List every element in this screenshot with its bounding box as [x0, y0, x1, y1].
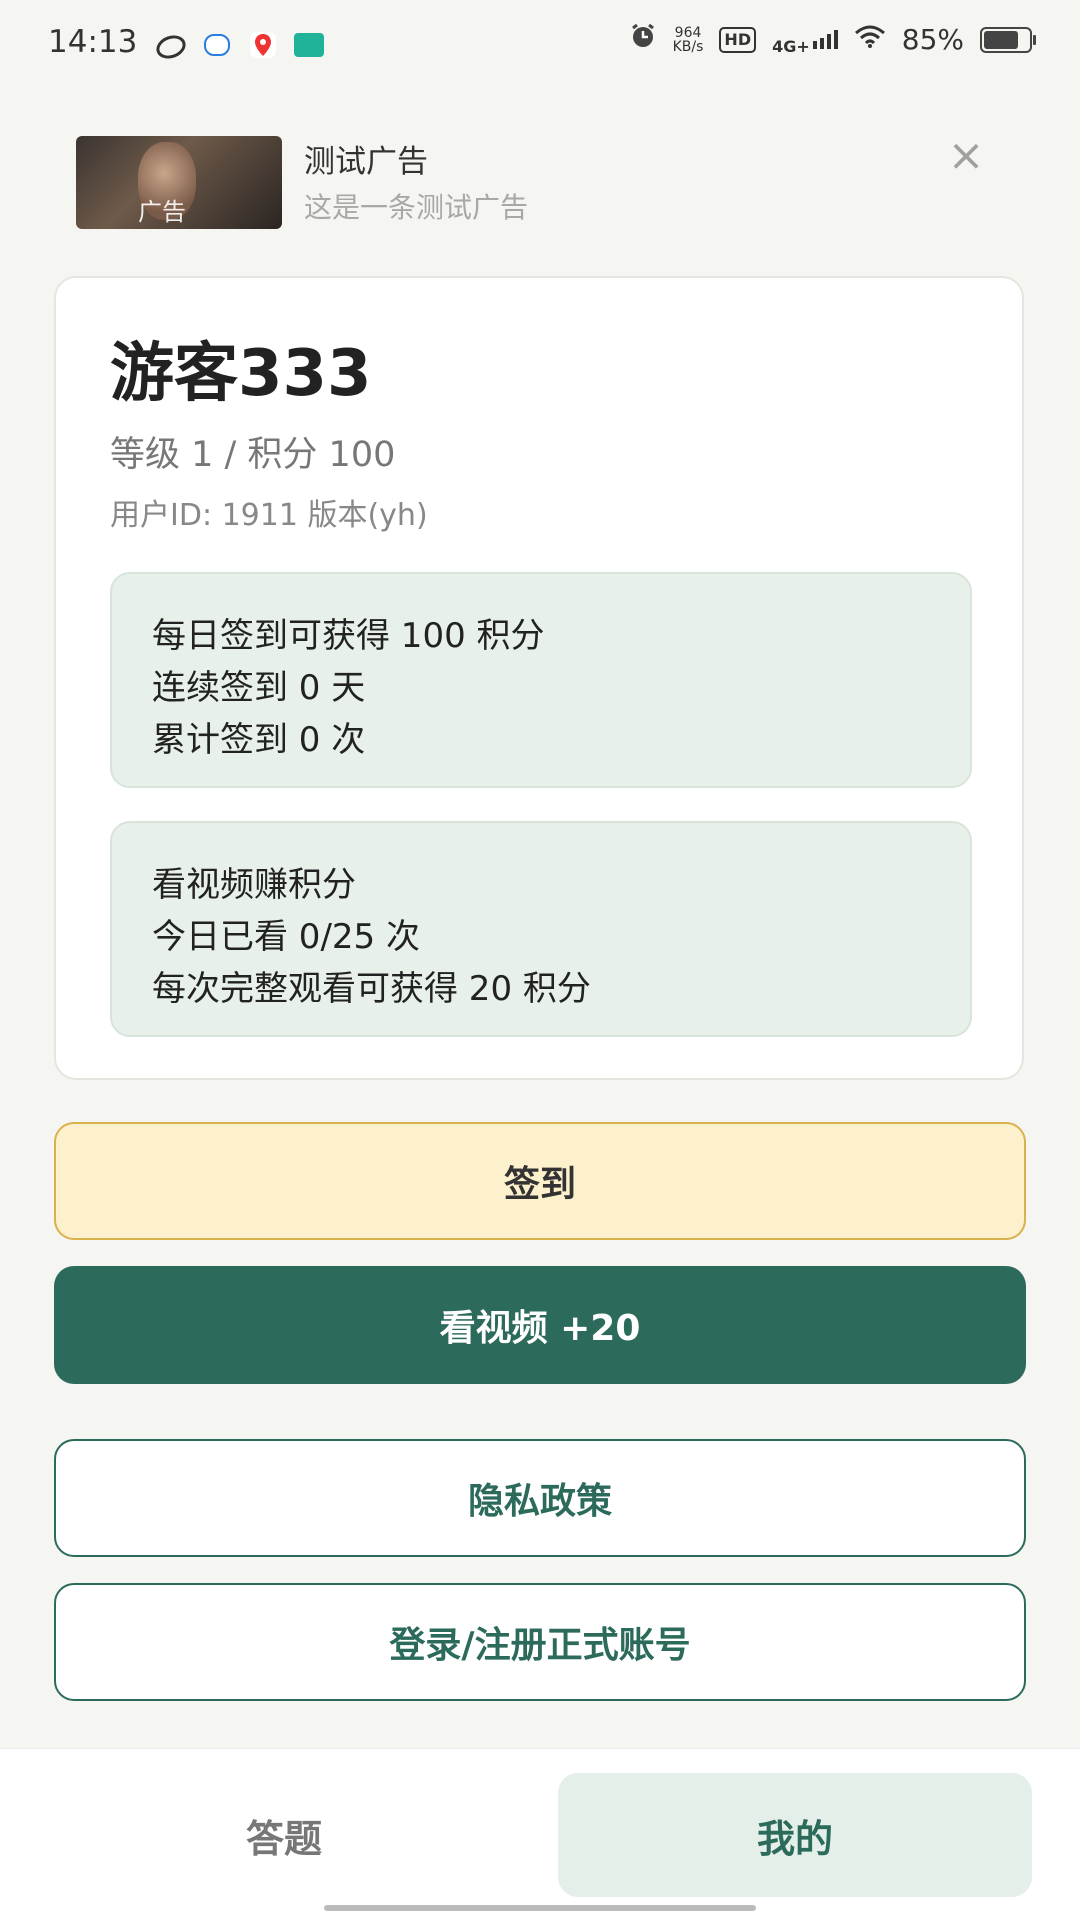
- chat-icon: [204, 34, 230, 56]
- profile-card: 游客333 等级 1 / 积分 100 用户ID: 1911 版本(yh) 每日…: [54, 276, 1024, 1080]
- sign-in-total: 累计签到 0 次: [152, 720, 366, 760]
- net-speed-unit: KB/s: [672, 38, 704, 55]
- battery-icon: [980, 26, 1036, 53]
- status-bar: 14:13 964 KB/s HD 4G+ 85%: [0, 0, 1080, 88]
- video-title: 看视频赚积分: [152, 865, 356, 905]
- user-id-version: 用户ID: 1911 版本(yh): [110, 498, 428, 533]
- privacy-policy-button[interactable]: 隐私政策: [54, 1439, 1026, 1557]
- ad-title: 测试广告: [304, 144, 428, 180]
- app-icon-1: [153, 31, 189, 63]
- ad-subtitle: 这是一条测试广告: [304, 191, 529, 224]
- signal-icon: [812, 23, 838, 56]
- bottom-nav: 答题 我的: [0, 1748, 1080, 1921]
- battery-fill: [984, 30, 1018, 49]
- alarm-icon: [629, 22, 657, 57]
- level-points: 等级 1 / 积分 100: [110, 435, 396, 475]
- close-icon[interactable]: ×: [946, 134, 986, 178]
- status-time: 14:13: [48, 24, 138, 60]
- net-speed: 964 KB/s: [673, 26, 704, 54]
- signal-group: 4G+: [772, 23, 838, 56]
- video-reward: 每次完整观看可获得 20 积分: [152, 969, 591, 1009]
- username: 游客333: [110, 337, 372, 411]
- home-indicator[interactable]: [324, 1905, 756, 1911]
- map-pin-icon: [250, 32, 276, 58]
- status-right: 964 KB/s HD 4G+ 85%: [629, 22, 1036, 57]
- ad-banner[interactable]: 广告 测试广告 这是一条测试广告 ×: [76, 134, 1006, 232]
- wifi-icon: [854, 23, 886, 56]
- boss-app-icon: [294, 33, 324, 57]
- battery-percent: 85%: [901, 23, 964, 56]
- video-count: 今日已看 0/25 次: [152, 917, 420, 957]
- sign-in-streak: 连续签到 0 天: [152, 668, 366, 708]
- network-type: 4G+: [772, 37, 810, 56]
- login-register-button[interactable]: 登录/注册正式账号: [54, 1583, 1026, 1701]
- watch-video-button[interactable]: 看视频 +20: [54, 1266, 1026, 1384]
- ad-tag: 广告: [138, 198, 186, 226]
- sign-in-reward: 每日签到可获得 100 积分: [152, 616, 545, 656]
- hd-badge: HD: [719, 26, 757, 53]
- video-info-box: 看视频赚积分 今日已看 0/25 次 每次完整观看可获得 20 积分: [110, 821, 972, 1037]
- sign-in-info-box: 每日签到可获得 100 积分 连续签到 0 天 累计签到 0 次: [110, 572, 972, 788]
- tab-mine[interactable]: 我的: [558, 1773, 1032, 1897]
- sign-in-button[interactable]: 签到: [54, 1122, 1026, 1240]
- tab-quiz[interactable]: 答题: [40, 1773, 528, 1897]
- ad-thumbnail[interactable]: 广告: [76, 136, 282, 229]
